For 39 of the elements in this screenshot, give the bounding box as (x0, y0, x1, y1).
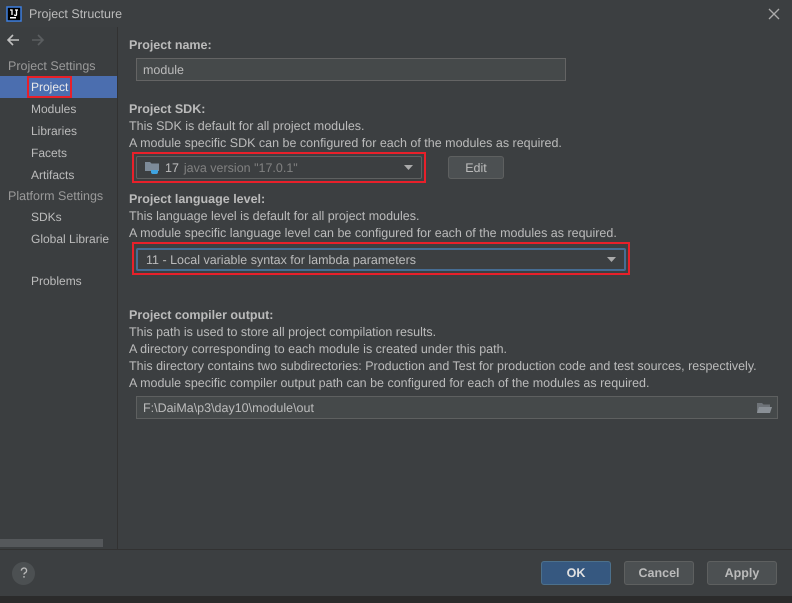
description-text: A module specific compiler output path can be configured for each of the modules as required. (129, 375, 650, 392)
description-text: A module specific SDK can be configured for each of the modules as required. (129, 135, 563, 152)
sidebar-item[interactable]: Facets (0, 142, 117, 164)
section-heading: Project SDK: (129, 101, 206, 118)
description-text: This language level is default for all project modules. (129, 208, 420, 225)
language-level-dropdown[interactable]: 11 - Local variable syntax for lambda parameters (136, 248, 626, 271)
caret-icon (404, 165, 413, 170)
app-logo-icon (6, 6, 22, 22)
dialog-button[interactable]: Cancel (624, 561, 694, 585)
description-text: A directory corresponding to each module is created under this path. (129, 341, 508, 358)
scrollbar-thumb[interactable] (0, 539, 103, 547)
section-heading: Project language level: (129, 191, 266, 208)
sidebar-item[interactable]: SDKs (0, 206, 117, 228)
edit-button[interactable]: Edit (448, 156, 504, 179)
caret-icon (607, 257, 616, 262)
section-heading: Project compiler output: (129, 307, 274, 324)
description-text: A module specific language level can be configured for each of the modules as required. (129, 225, 618, 242)
folder-cup-icon (145, 160, 160, 175)
description-text: This path is used to store all project compilation results. (129, 324, 438, 341)
sidebar-item[interactable]: Problems (0, 270, 117, 292)
sidebar-item[interactable]: Project (0, 76, 117, 98)
sidebar-item[interactable]: Global Librarie (0, 228, 117, 250)
window-title: Project Structure (29, 6, 122, 20)
dialog-button[interactable]: OK (541, 561, 611, 585)
sidebar-group-heading: Platform Settings (7, 188, 104, 205)
help-icon[interactable] (12, 562, 35, 584)
sdk-dropdown[interactable]: 17 java version "17.0.1" (136, 156, 422, 179)
project-name-field[interactable]: module (136, 58, 566, 81)
description-text: This SDK is default for all project modules. (129, 118, 366, 135)
sidebar-item[interactable]: Libraries (0, 120, 117, 142)
close-icon[interactable] (768, 8, 780, 20)
output-path-field[interactable]: F:\DaiMa\p3\day10\module\out (136, 396, 778, 419)
sidebar-item[interactable]: Artifacts (0, 164, 117, 186)
back-arrow-icon[interactable] (7, 34, 20, 46)
section-heading: Project name: (129, 37, 213, 54)
sidebar-item[interactable]: Modules (0, 98, 117, 120)
description-text: This directory contains two subdirectories: Production and Test for production code and test sources, respectively. (129, 358, 758, 375)
dialog-button[interactable]: Apply (707, 561, 777, 585)
sidebar-group-heading: Project Settings (7, 58, 97, 75)
